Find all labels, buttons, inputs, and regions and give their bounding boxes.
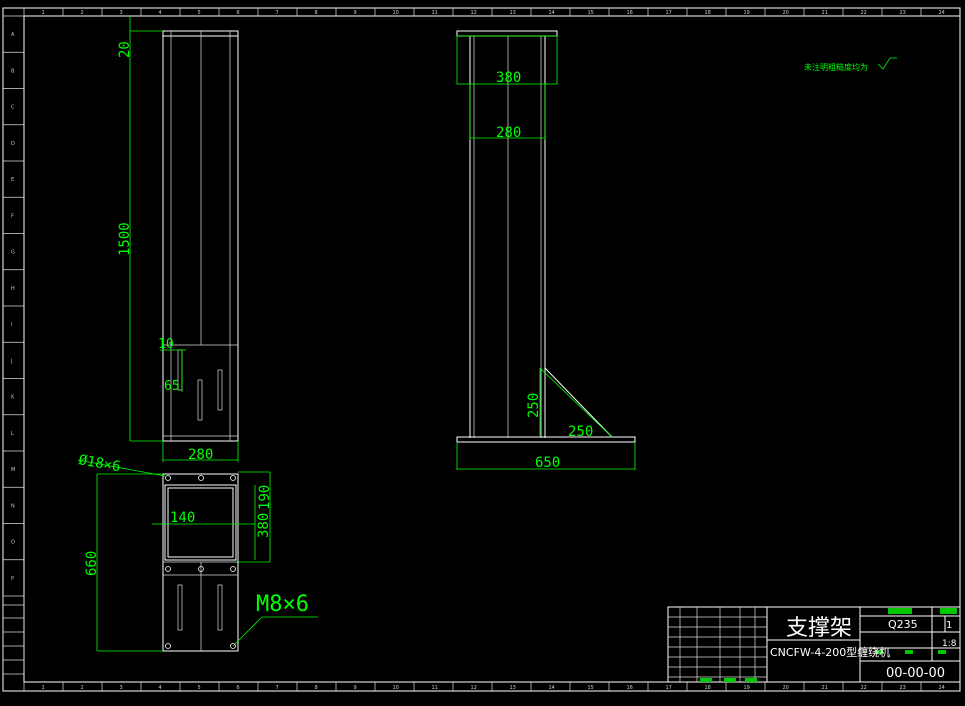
top-zone-label: 19: [744, 10, 750, 16]
bottom-zone-label: 2: [81, 685, 84, 691]
title-block-grid: [668, 607, 767, 682]
bottom-zone-label: 23: [900, 685, 906, 691]
revision-block: [2, 595, 25, 675]
bottom-zone-label: 15: [588, 685, 594, 691]
bottom-zone-markers: 1 2 3 4 5 6 7 8 9 10 11 12 13 14 15 16 17 18 19 20 21 22 23 24: [23, 682, 945, 691]
left-zone-label: P: [11, 576, 14, 582]
top-zone-label: 1: [42, 10, 45, 16]
bottom-zone-label: 22: [861, 685, 867, 691]
bottom-zone-label: 3: [120, 685, 123, 691]
top-zone-label: 21: [822, 10, 828, 16]
top-zone-label: 20: [783, 10, 789, 16]
left-zone-markers: A B C D E F G H I J K L M N O P: [3, 15, 24, 582]
top-zone-label: 5: [198, 10, 201, 16]
top-zone-markers: 1 2 3 4 5 6 7 8 9 10 11 12 13 14 15 16 17 18 19 20 21 22 23 24: [23, 8, 945, 16]
bottom-zone-label: 9: [354, 685, 357, 691]
roughness-note-text: 未注明粗糙度均为: [804, 62, 868, 72]
material: Q235: [888, 618, 918, 631]
left-zone-label: M: [11, 467, 15, 473]
left-zone-label: I: [11, 322, 12, 328]
side-view: 380 280 250 250 650: [456, 30, 636, 471]
top-zone-label: 9: [354, 10, 357, 16]
top-zone-label: 22: [861, 10, 867, 16]
bottom-zone-label: 5: [198, 685, 201, 691]
assembly-name: CNCFW-4-200型缠绕机: [770, 645, 890, 659]
top-zone-label: 24: [939, 10, 945, 16]
side-dim-top-outer: 380: [496, 70, 521, 86]
left-zone-label: A: [11, 32, 15, 38]
front-dim-top: 20: [117, 41, 133, 58]
bottom-zone-label: 24: [939, 685, 945, 691]
bottom-zone-label: 1: [42, 685, 45, 691]
bottom-zone-label: 17: [666, 685, 672, 691]
bottom-zone-label: 19: [744, 685, 750, 691]
drawing-frame: 1 2 3 4 5 6 7 8 9 10 11 12 13 14 15 16 17 18 19 20 21 22 23 24 …: [2, 7, 961, 692]
front-dim-width: 280: [188, 447, 213, 463]
top-hole-note: Ø18×6: [77, 452, 121, 475]
top-dim-190: 190: [257, 485, 273, 510]
top-zone-label: 8: [315, 10, 318, 16]
front-dim-slot-height: 65: [164, 379, 180, 394]
cad-drawing-canvas: 1 2 3 4 5 6 7 8 9 10 11 12 13 14 15 16 17 18 19 20 21 22 23 24 …: [2, 7, 961, 692]
bottom-zone-label: 8: [315, 685, 318, 691]
bottom-zone-label: 21: [822, 685, 828, 691]
left-zone-label: N: [11, 503, 15, 509]
front-dim-slot-width: 10: [158, 337, 174, 352]
bottom-zone-label: 4: [159, 685, 162, 691]
top-dim-inner: 140: [170, 510, 195, 526]
bottom-zone-label: 7: [276, 685, 279, 691]
left-zone-label: L: [11, 431, 14, 437]
bottom-zone-label: 20: [783, 685, 789, 691]
bottom-zone-label: 18: [705, 685, 711, 691]
top-zone-label: 7: [276, 10, 279, 16]
left-zone-label: C: [11, 105, 15, 111]
bottom-zone-label: 14: [549, 685, 555, 691]
left-zone-label: E: [11, 177, 14, 183]
left-zone-label: G: [11, 250, 15, 256]
top-zone-label: 18: [705, 10, 711, 16]
left-zone-label: J: [10, 358, 12, 364]
top-zone-label: 3: [120, 10, 123, 16]
top-zone-label: 15: [588, 10, 594, 16]
top-zone-label: 13: [510, 10, 516, 16]
side-dim-top-inner: 280: [496, 125, 521, 141]
bottom-zone-label: 10: [393, 685, 399, 691]
side-dim-gusset-height: 250: [526, 393, 542, 418]
top-dim-660: 660: [84, 551, 100, 576]
left-zone-label: D: [11, 141, 15, 147]
top-zone-label: 17: [666, 10, 672, 16]
left-zone-label: K: [11, 395, 15, 401]
title-block: 支撑架 CNCFW-4-200型缠绕机 Q235 1 1:8 00-00-00: [667, 606, 961, 683]
bottom-zone-label: 11: [432, 685, 438, 691]
side-dim-base: 650: [535, 455, 560, 471]
top-zone-label: 10: [393, 10, 399, 16]
top-zone-label: 16: [627, 10, 633, 16]
side-dim-gusset-width: 250: [568, 424, 593, 440]
top-zone-label: 4: [159, 10, 162, 16]
part-name: 支撑架: [786, 616, 852, 641]
left-zone-label: O: [11, 540, 15, 546]
left-zone-label: B: [11, 68, 15, 74]
top-zone-label: 12: [471, 10, 477, 16]
top-zone-label: 2: [81, 10, 84, 16]
top-thread-note: M8×6: [256, 592, 309, 617]
left-zone-label: H: [11, 286, 15, 292]
scale: 1:8: [942, 639, 957, 649]
roughness-note: 未注明粗糙度均为: [804, 57, 897, 72]
quantity: 1: [946, 620, 952, 631]
top-zone-label: 23: [900, 10, 906, 16]
top-zone-label: 14: [549, 10, 555, 16]
front-view: 20 1500 10 65 280: [117, 16, 239, 463]
top-dim-380: 380: [256, 513, 272, 538]
bottom-zone-label: 16: [627, 685, 633, 691]
left-zone-label: F: [11, 213, 14, 219]
top-zone-label: 11: [432, 10, 438, 16]
front-dim-height: 1500: [117, 222, 133, 256]
bottom-zone-label: 13: [510, 685, 516, 691]
top-view: Ø18×6 140 190 380 660 M8×6: [77, 452, 318, 652]
bottom-zone-label: 6: [237, 685, 240, 691]
bottom-zone-label: 12: [471, 685, 477, 691]
drawing-number: 00-00-00: [886, 666, 945, 681]
top-zone-label: 6: [237, 10, 240, 16]
